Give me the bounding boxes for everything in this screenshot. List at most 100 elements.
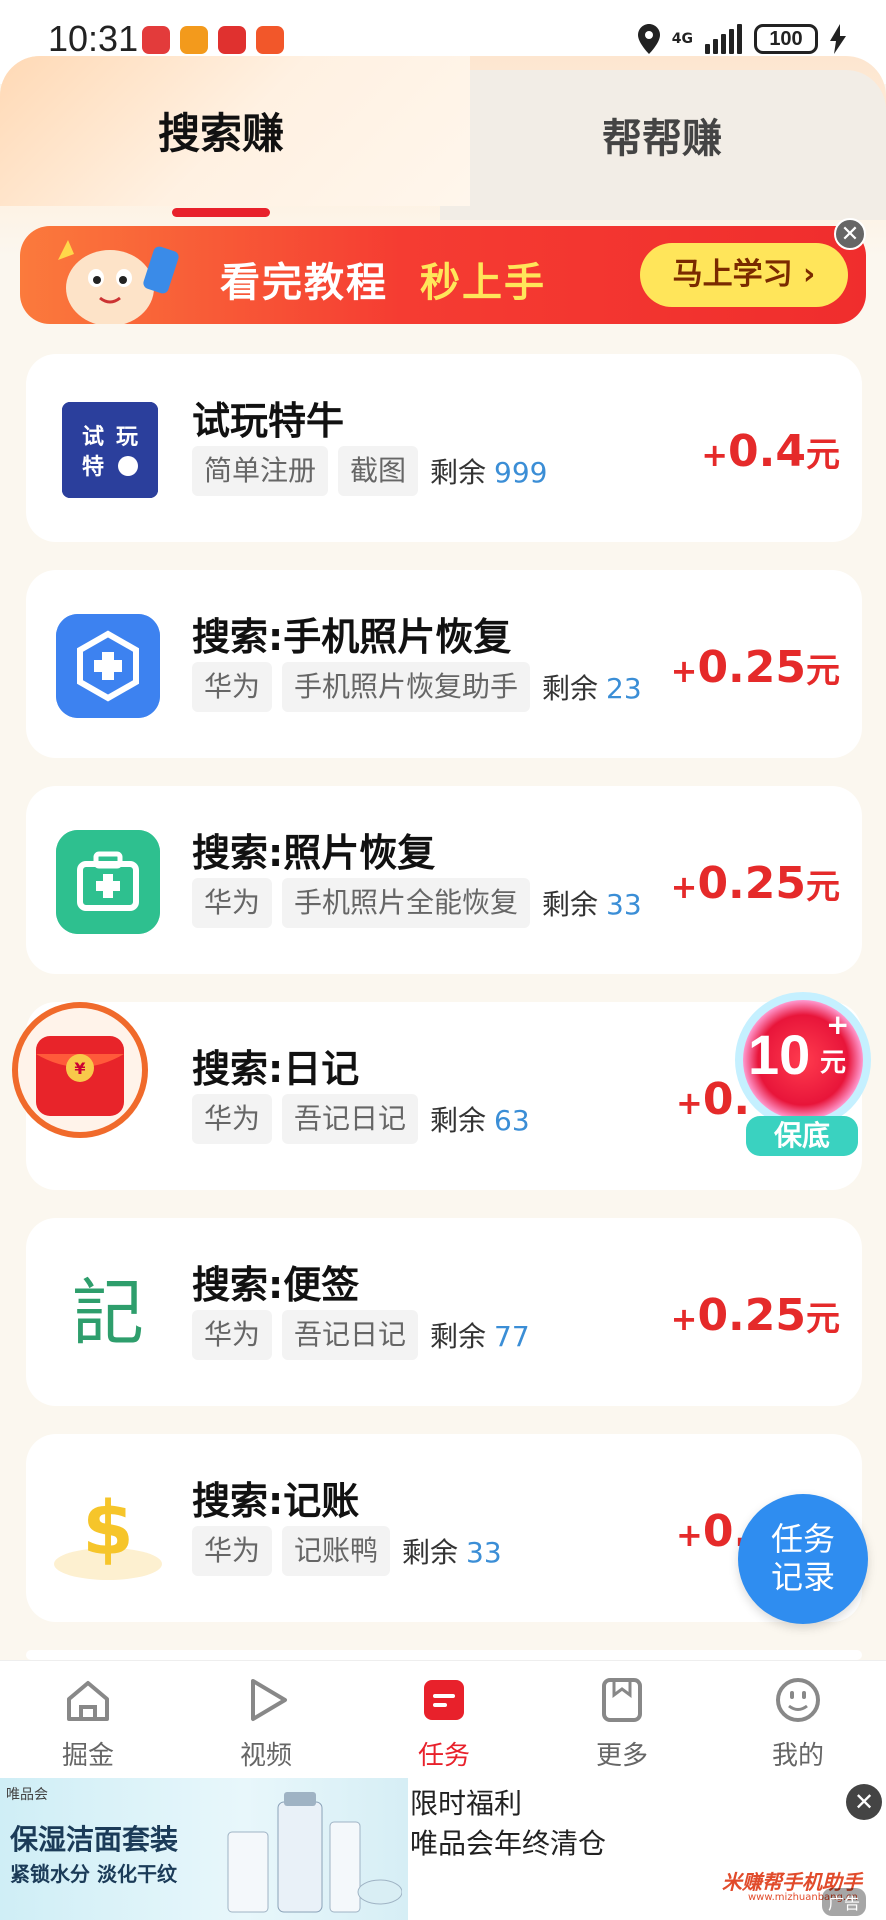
reward-plus: + bbox=[670, 652, 698, 690]
nav-label: 更多 bbox=[595, 1741, 648, 1771]
ad-image[interactable]: 唯品会 保湿洁面套装 紧锁水分 淡化干纹 bbox=[0, 1778, 408, 1920]
nav-label: 我的 bbox=[771, 1741, 824, 1771]
notification-app-icon bbox=[218, 26, 246, 54]
task-title: 搜索:记账 bbox=[192, 1479, 360, 1523]
mascot-illustration bbox=[58, 240, 179, 324]
task-reward: +0.25元 bbox=[671, 1290, 840, 1341]
banner-text-primary: 看完教程 bbox=[220, 260, 388, 306]
task-tag: 手机照片恢复助手 bbox=[282, 662, 531, 712]
nav-item-video[interactable]: 视频 bbox=[206, 1675, 326, 1772]
reward-amount: 0.25 bbox=[697, 642, 806, 693]
svg-text:试: 试 bbox=[82, 425, 104, 450]
task-title: 搜索:便签 bbox=[192, 1263, 360, 1307]
remaining-count: 23 bbox=[606, 672, 642, 705]
ji-character-app-icon: 記 bbox=[56, 1262, 160, 1366]
remaining-count: 63 bbox=[494, 1104, 530, 1137]
remaining-label: 剩余 bbox=[430, 456, 487, 489]
task-tag: 华为 bbox=[192, 878, 273, 928]
bonus-label: 保底 bbox=[746, 1116, 858, 1156]
task-tag: 手机照片全能恢复 bbox=[282, 878, 531, 928]
app-icon-graphic: 記 bbox=[72, 1271, 144, 1355]
nav-item-task[interactable]: 任务 bbox=[384, 1675, 504, 1772]
banner-text-highlight: 秒上手 bbox=[420, 260, 546, 306]
task-record-label-1: 任务 bbox=[770, 1520, 835, 1558]
ad-close-button[interactable]: ✕ bbox=[846, 1784, 882, 1820]
bonus-amount: 10 bbox=[748, 1023, 811, 1086]
task-record-button[interactable]: 任务 记录 bbox=[738, 1494, 868, 1624]
ad-label: 广告 bbox=[822, 1888, 867, 1916]
task-remaining: 剩余 33 bbox=[542, 883, 642, 923]
guaranteed-bonus-float[interactable]: 10 + 元 保底 bbox=[730, 988, 876, 1164]
task-tag: 华为 bbox=[192, 1094, 273, 1144]
task-tag: 华为 bbox=[192, 1310, 273, 1360]
red-packet-float-button[interactable]: ¥ bbox=[12, 1002, 148, 1138]
reward-amount: 0.25 bbox=[697, 858, 806, 909]
nav-item-more[interactable]: 更多 bbox=[562, 1675, 682, 1772]
shiwan-teniu-app-icon: 试 玩 特 bbox=[62, 402, 158, 498]
nav-label: 视频 bbox=[239, 1741, 292, 1771]
smile-icon bbox=[776, 1678, 820, 1722]
network-type: 4G bbox=[671, 31, 693, 47]
reward-amount: 0.25 bbox=[697, 1290, 806, 1341]
ji-character: 記 bbox=[72, 1271, 144, 1355]
tab-search-earn[interactable]: 搜索赚 bbox=[158, 100, 284, 161]
nav-label: 任务 bbox=[417, 1741, 470, 1771]
task-tags: 华为 吾记日记 剩余 63 bbox=[192, 1094, 530, 1144]
ad-banner[interactable]: 唯品会 保湿洁面套装 紧锁水分 淡化干纹 限时福利 唯品会年终清仓 ✕ 米赚帮手… bbox=[0, 1778, 886, 1920]
task-tag: 吾记日记 bbox=[282, 1094, 419, 1144]
task-tag: 吾记日记 bbox=[282, 1310, 419, 1360]
bookmark-icon bbox=[602, 1678, 642, 1722]
reward-unit: 元 bbox=[806, 651, 840, 691]
reward-plus: + bbox=[670, 868, 698, 906]
task-tag: 简单注册 bbox=[192, 446, 329, 496]
task-card[interactable]: $ 搜索:记账 华为 记账鸭 剩余 33 +0. bbox=[26, 1434, 862, 1622]
task-tag: 截图 bbox=[338, 446, 419, 496]
remaining-label: 剩余 bbox=[402, 1536, 459, 1569]
task-remaining: 剩余 999 bbox=[430, 451, 547, 491]
task-card[interactable]: 搜索:手机照片恢复 华为 手机照片恢复助手 剩余 23 +0.25元 bbox=[26, 570, 862, 758]
task-tag: 华为 bbox=[192, 1526, 273, 1576]
tab-help-earn[interactable]: 帮帮赚 bbox=[602, 106, 722, 164]
task-card[interactable]: 试 玩 特 试玩特牛 简单注册 截图 剩余 999 +0.4元 bbox=[26, 354, 862, 542]
remaining-count: 33 bbox=[466, 1536, 502, 1569]
svg-text:玩: 玩 bbox=[116, 425, 138, 450]
task-title: 搜索:照片恢复 bbox=[192, 831, 436, 875]
task-card-partial bbox=[26, 1650, 862, 1660]
tutorial-banner[interactable]: 看完教程 秒上手 马上学习 › bbox=[20, 226, 866, 324]
task-tags: 华为 吾记日记 剩余 77 bbox=[192, 1310, 530, 1360]
task-reward: +0.4元 bbox=[701, 426, 840, 477]
banner-close-button[interactable]: ✕ bbox=[834, 218, 866, 250]
app-icon-graphic: $ bbox=[54, 1486, 162, 1580]
nav-item-mine[interactable]: 我的 bbox=[738, 1675, 858, 1772]
bonus-plus: + bbox=[826, 1008, 850, 1041]
bottom-navigation: 掘金 视频 任务 更多 我的 bbox=[0, 1660, 886, 1778]
reward-plus: + bbox=[670, 1300, 698, 1338]
app-icon-graphic bbox=[56, 830, 160, 934]
reward-plus: + bbox=[676, 1516, 703, 1554]
task-title: 试玩特牛 bbox=[192, 399, 345, 443]
learn-now-button[interactable]: 马上学习 › bbox=[640, 243, 848, 307]
svg-text:$: $ bbox=[82, 1486, 134, 1572]
location-icon bbox=[637, 24, 660, 54]
app-icon-graphic: 试 玩 特 bbox=[62, 402, 158, 498]
ad-image-subtitle: 紧锁水分 淡化干纹 bbox=[10, 1862, 177, 1886]
medical-shield-app-icon bbox=[56, 614, 160, 718]
task-card[interactable]: 記 搜索:便签 华为 吾记日记 剩余 77 +0.25元 bbox=[26, 1218, 862, 1406]
reward-unit: 元 bbox=[806, 435, 840, 475]
battery-icon: 100 bbox=[754, 24, 818, 54]
task-card[interactable]: 搜索:照片恢复 华为 手机照片全能恢复 剩余 33 +0.25元 bbox=[26, 786, 862, 974]
task-remaining: 剩余 23 bbox=[542, 667, 642, 707]
remaining-count: 77 bbox=[494, 1320, 530, 1353]
dollar-duck-app-icon: $ bbox=[54, 1478, 162, 1582]
reward-plus: + bbox=[676, 1084, 703, 1122]
nav-item-juejin[interactable]: 掘金 bbox=[28, 1675, 148, 1772]
reward-amount: 0.4 bbox=[728, 426, 806, 477]
app-icon-graphic bbox=[56, 614, 160, 718]
ad-image-title: 保湿洁面套装 bbox=[10, 1823, 179, 1856]
task-tags: 华为 记账鸭 剩余 33 bbox=[192, 1526, 502, 1576]
status-indicators: 4G 100 bbox=[637, 24, 846, 54]
status-notification-icons bbox=[142, 26, 284, 54]
ad-subheadline: 唯品会年终清仓 bbox=[410, 1827, 607, 1860]
task-tag: 华为 bbox=[192, 662, 273, 712]
bonus-unit: 元 bbox=[820, 1048, 847, 1078]
